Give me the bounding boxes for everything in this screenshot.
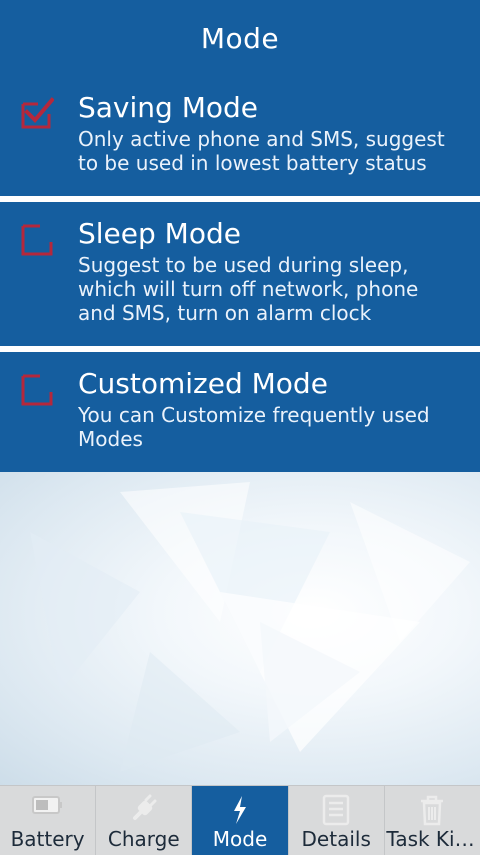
tab-label: Battery	[10, 827, 85, 851]
lightning-icon	[234, 796, 246, 824]
document-icon	[322, 794, 350, 826]
battery-icon	[31, 796, 62, 814]
trash-icon	[421, 795, 444, 826]
mode-item-customized[interactable]: Customized Mode You can Customize freque…	[0, 352, 480, 472]
tab-details[interactable]: Details	[289, 786, 385, 855]
tab-label: Charge	[107, 827, 180, 851]
bottom-nav: Battery Charge Mode Details Task Kil...	[0, 785, 480, 855]
checkbox-unchecked-icon[interactable]	[18, 372, 54, 408]
tab-task-killer[interactable]: Task Kil...	[385, 786, 480, 855]
mode-item-saving[interactable]: Saving Mode Only active phone and SMS, s…	[0, 76, 480, 196]
tab-mode[interactable]: Mode	[192, 786, 289, 855]
tab-charge[interactable]: Charge	[96, 786, 193, 855]
mode-description: Only active phone and SMS, suggest to be…	[78, 127, 445, 175]
tab-label: Details	[301, 827, 371, 851]
background-shapes	[30, 482, 470, 772]
tab-battery[interactable]: Battery	[0, 786, 97, 855]
tab-label: Mode	[212, 827, 268, 851]
checkbox-checked-icon[interactable]	[18, 96, 54, 132]
mode-description: You can Customize frequently used Modes	[78, 403, 430, 451]
page-title: Mode	[0, 0, 480, 76]
background-decoration	[0, 472, 480, 785]
plug-icon	[132, 794, 157, 820]
tab-label: Task Kil...	[386, 827, 479, 851]
checkbox-unchecked-icon[interactable]	[18, 222, 54, 258]
mode-title: Customized Mode	[78, 367, 328, 400]
mode-description: Suggest to be used during sleep, which w…	[78, 253, 419, 325]
mode-title: Saving Mode	[78, 91, 258, 124]
mode-title: Sleep Mode	[78, 217, 241, 250]
mode-item-sleep[interactable]: Sleep Mode Suggest to be used during sle…	[0, 202, 480, 346]
